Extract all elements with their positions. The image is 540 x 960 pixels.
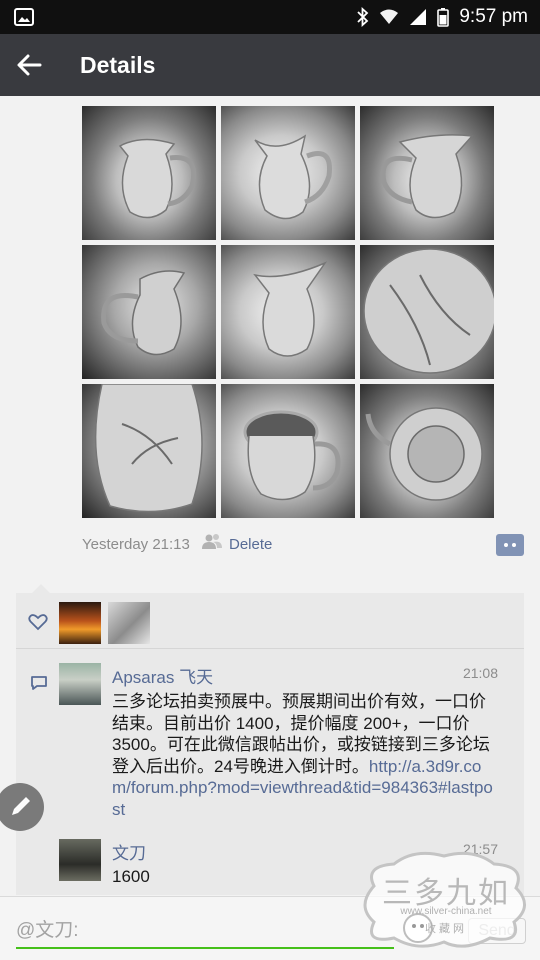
post-photo-7[interactable] (82, 384, 216, 518)
comment-input[interactable] (16, 915, 394, 947)
sunset-couple-avatar[interactable] (59, 602, 101, 644)
status-time: 9:57 pm (459, 6, 528, 27)
arrow-left-icon[interactable] (14, 49, 46, 81)
edit-button[interactable] (0, 783, 44, 831)
signal-icon (410, 9, 427, 25)
comment-text: 1600 (112, 867, 150, 886)
watermark-url: www.silver-china.net (400, 906, 492, 917)
image-icon (14, 8, 34, 26)
heart-icon (28, 614, 48, 631)
page-title: Details (80, 52, 156, 78)
comment-author[interactable]: 文刀 (112, 839, 146, 864)
people-icon (202, 534, 222, 549)
post-photo-8[interactable] (221, 384, 355, 518)
likes-row (16, 593, 524, 649)
comment-author[interactable]: Apsaras 飞天 (112, 663, 213, 688)
post-photo-9[interactable] (360, 384, 494, 518)
post-photo-4[interactable] (82, 245, 216, 379)
silver-earrings-avatar[interactable] (108, 602, 150, 644)
watermark-subtitle: 收藏网 (425, 923, 467, 935)
input-underline (16, 947, 394, 949)
app-bar: Details (0, 34, 540, 96)
avatar[interactable] (59, 663, 101, 705)
pencil-icon (12, 797, 30, 815)
status-bar: 9:57 pm (0, 0, 540, 34)
post-photo-3[interactable] (360, 106, 494, 240)
post-photo-2[interactable] (221, 106, 355, 240)
post-photo-5[interactable] (221, 245, 355, 379)
wifi-icon (380, 9, 399, 24)
comment-time: 21:08 (462, 665, 498, 681)
bluetooth-icon (357, 7, 369, 27)
comment-dots-icon[interactable] (496, 534, 524, 556)
battery-icon (437, 8, 450, 27)
post-photo-1[interactable] (82, 106, 216, 240)
comment-icon (31, 676, 47, 690)
post-photo-6[interactable] (360, 245, 494, 379)
post-timestamp: Yesterday 21:13 (82, 536, 190, 553)
comment-text: 三多论坛拍卖预展中。预展期间出价有效，一口价结束。目前出价 1400，提价幅度 … (112, 691, 498, 820)
delete-link[interactable]: Delete (229, 536, 272, 553)
avatar[interactable] (59, 839, 101, 881)
photo-grid (82, 106, 496, 518)
